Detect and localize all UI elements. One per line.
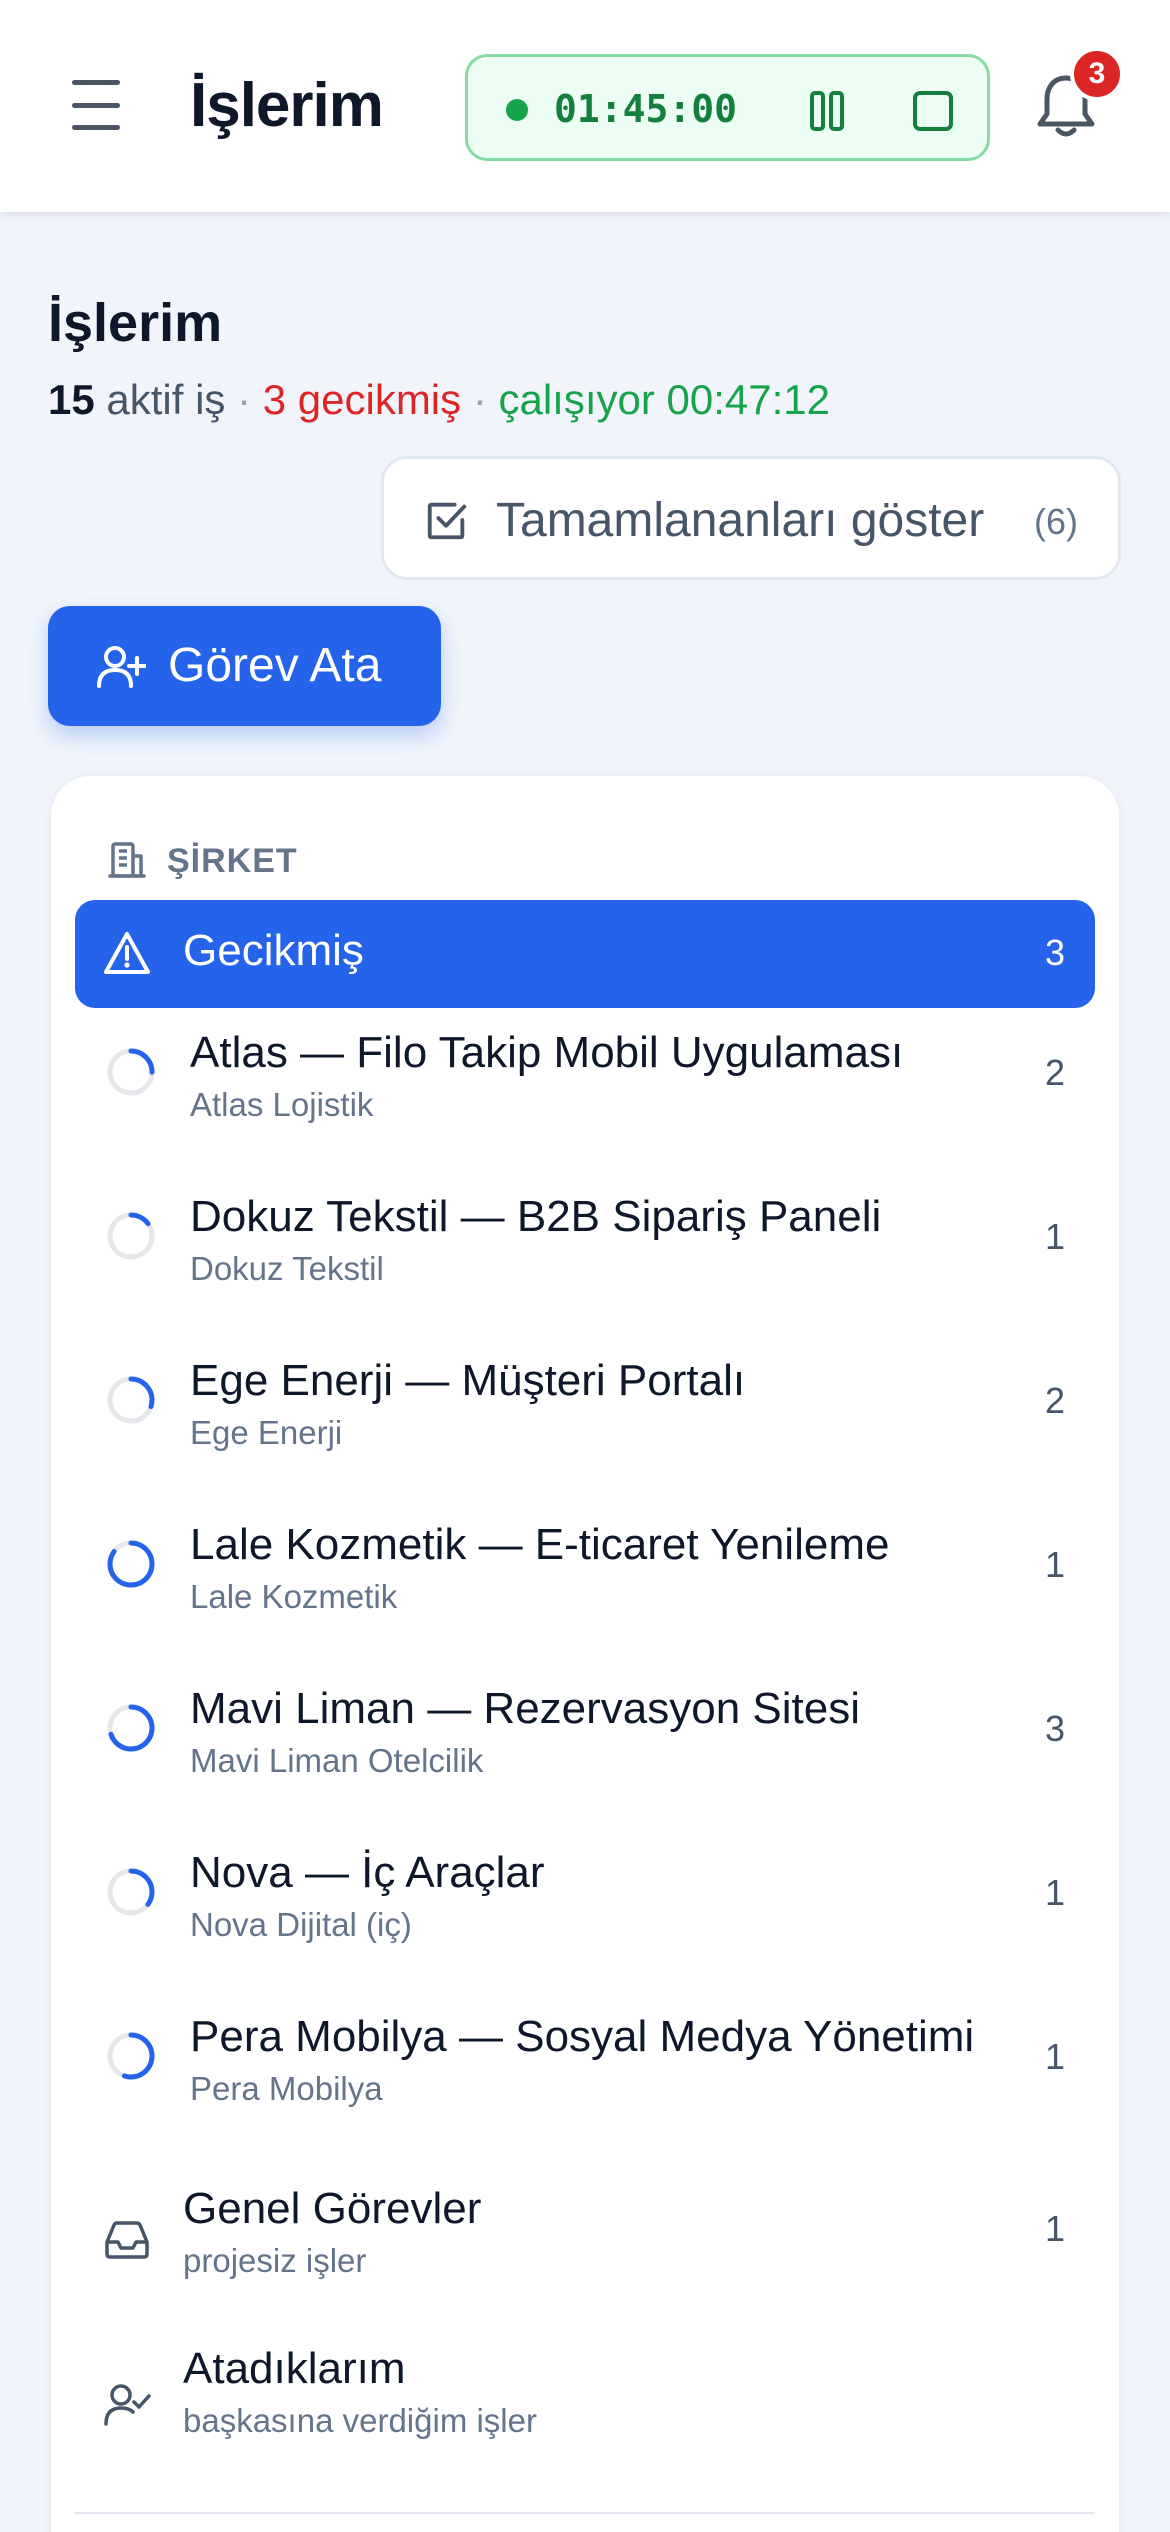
assign-task-label: Görev Ata bbox=[168, 639, 382, 692]
active-count: 15 bbox=[48, 376, 95, 423]
project-task-count: 1 bbox=[1044, 2036, 1065, 2077]
progress-ring-icon bbox=[107, 1048, 155, 1096]
summary-separator: · bbox=[461, 376, 499, 423]
sidebar-item-title: Atadıklarım bbox=[183, 2344, 406, 2393]
progress-ring-icon bbox=[107, 1212, 155, 1260]
sidebar-item-overdue[interactable]: Gecikmiş 3 bbox=[75, 900, 1095, 1008]
page-summary: 15 aktif iş · 3 gecikmiş · çalışıyor 00:… bbox=[48, 376, 830, 424]
page-title: İşlerim bbox=[48, 293, 223, 353]
project-client: Ege Enerji bbox=[190, 1414, 343, 1451]
project-client: Nova Dijital (iç) bbox=[190, 1906, 412, 1943]
sidebar-item-project[interactable]: Lale Kozmetik — E-ticaret Yenileme Lale K… bbox=[75, 1504, 1095, 1664]
section-label: ŞİRKET bbox=[167, 842, 298, 880]
project-task-count: 2 bbox=[1044, 1052, 1065, 1093]
summary-separator: · bbox=[225, 376, 263, 423]
checkbox-icon bbox=[427, 502, 467, 540]
project-title: Lale Kozmetik — E-ticaret Yenileme bbox=[190, 1520, 890, 1569]
project-client: Mavi Liman Otelcilik bbox=[190, 1742, 484, 1779]
sidebar-item-subtitle: başkasına verdiğim işler bbox=[183, 2402, 537, 2439]
sidebar-item-subtitle: projesiz işler bbox=[183, 2242, 367, 2279]
project-title: Nova — İç Araçlar bbox=[190, 1848, 545, 1897]
sidebar-item-title: Genel Görevler bbox=[183, 2184, 482, 2233]
project-task-count: 2 bbox=[1044, 1380, 1065, 1421]
running-summary: çalışıyor 00:47:12 bbox=[498, 376, 831, 423]
assign-task-button[interactable]: Görev Ata bbox=[48, 606, 441, 726]
progress-ring-icon bbox=[107, 1540, 155, 1588]
sidebar-item-count: 3 bbox=[1044, 932, 1065, 973]
sidebar-item-project[interactable]: Atlas — Filo Takip Mobil Uygulaması Atlas… bbox=[75, 1012, 1095, 1172]
user-check-icon bbox=[104, 2384, 151, 2426]
hamburger-menu-icon[interactable] bbox=[72, 80, 132, 130]
sidebar-item-project[interactable]: Mavi Liman — Rezervasyon Sitesi Mavi Lima… bbox=[75, 1668, 1095, 1828]
stop-icon[interactable] bbox=[909, 87, 957, 135]
user-plus-icon bbox=[97, 646, 146, 688]
divider bbox=[75, 2512, 1095, 2514]
sidebar-item-project[interactable]: Nova — İç Araçlar Nova Dijital (iç) 1 bbox=[75, 1832, 1095, 1992]
project-task-count: 1 bbox=[1044, 1872, 1065, 1913]
timer-time: 01:45:00 bbox=[554, 87, 738, 131]
top-bar: İşlerim 01:45:00 3 bbox=[0, 0, 1170, 212]
building-icon bbox=[108, 842, 146, 878]
sidebar-item-project[interactable]: Dokuz Tekstil — B2B Sipariş Paneli Dokuz … bbox=[75, 1176, 1095, 1336]
project-task-count: 3 bbox=[1044, 1708, 1065, 1749]
show-completed-label: Tamamlananları göster bbox=[496, 494, 985, 547]
inbox-icon bbox=[105, 2221, 149, 2259]
progress-ring-icon bbox=[107, 2032, 155, 2080]
running-dot-icon bbox=[506, 99, 528, 121]
app-title: İşlerim bbox=[190, 71, 384, 140]
project-list-card: ŞİRKET Gecikmiş 3 Atlas — Filo Takip Mob… bbox=[51, 776, 1119, 2532]
active-label: aktif iş bbox=[94, 376, 226, 423]
overdue-summary: 3 gecikmiş bbox=[262, 376, 462, 423]
sidebar-item-assigned-by-me[interactable]: Atadıklarım başkasına verdiğim işler bbox=[75, 2338, 1095, 2498]
completed-count: (6) bbox=[1034, 501, 1078, 542]
project-task-count: 1 bbox=[1044, 1544, 1065, 1585]
sidebar-item-project[interactable]: Ege Enerji — Müşteri Portalı Ege Enerji 2 bbox=[75, 1340, 1095, 1500]
project-title: Atlas — Filo Takip Mobil Uygulaması bbox=[190, 1028, 904, 1077]
sidebar-item-general-tasks[interactable]: Genel Görevler projesiz işler 1 bbox=[75, 2174, 1095, 2334]
progress-ring-icon bbox=[107, 1376, 155, 1424]
notification-badge: 3 bbox=[1070, 47, 1124, 101]
show-completed-button[interactable]: Tamamlananları göster (6) bbox=[381, 456, 1121, 580]
sidebar-item-count: 1 bbox=[1044, 2208, 1065, 2249]
project-client: Dokuz Tekstil bbox=[190, 1250, 384, 1287]
project-title: Dokuz Tekstil — B2B Sipariş Paneli bbox=[190, 1192, 882, 1241]
pause-icon[interactable] bbox=[803, 87, 851, 135]
warning-icon bbox=[104, 932, 150, 974]
project-title: Ege Enerji — Müşteri Portalı bbox=[190, 1356, 746, 1405]
progress-ring-icon bbox=[107, 1868, 155, 1916]
progress-ring-icon bbox=[107, 1704, 155, 1752]
project-client: Atlas Lojistik bbox=[190, 1086, 374, 1123]
project-title: Pera Mobilya — Sosyal Medya Yönetimi bbox=[190, 2012, 975, 2061]
sidebar-item-label: Gecikmiş bbox=[183, 926, 364, 975]
project-client: Pera Mobilya bbox=[190, 2070, 383, 2107]
project-title: Mavi Liman — Rezervasyon Sitesi bbox=[190, 1684, 861, 1733]
project-client: Lale Kozmetik bbox=[190, 1578, 398, 1615]
sidebar-item-project[interactable]: Pera Mobilya — Sosyal Medya Yönetimi Pera… bbox=[75, 1996, 1095, 2156]
project-task-count: 1 bbox=[1044, 1216, 1065, 1257]
timer-widget: 01:45:00 bbox=[465, 54, 990, 161]
